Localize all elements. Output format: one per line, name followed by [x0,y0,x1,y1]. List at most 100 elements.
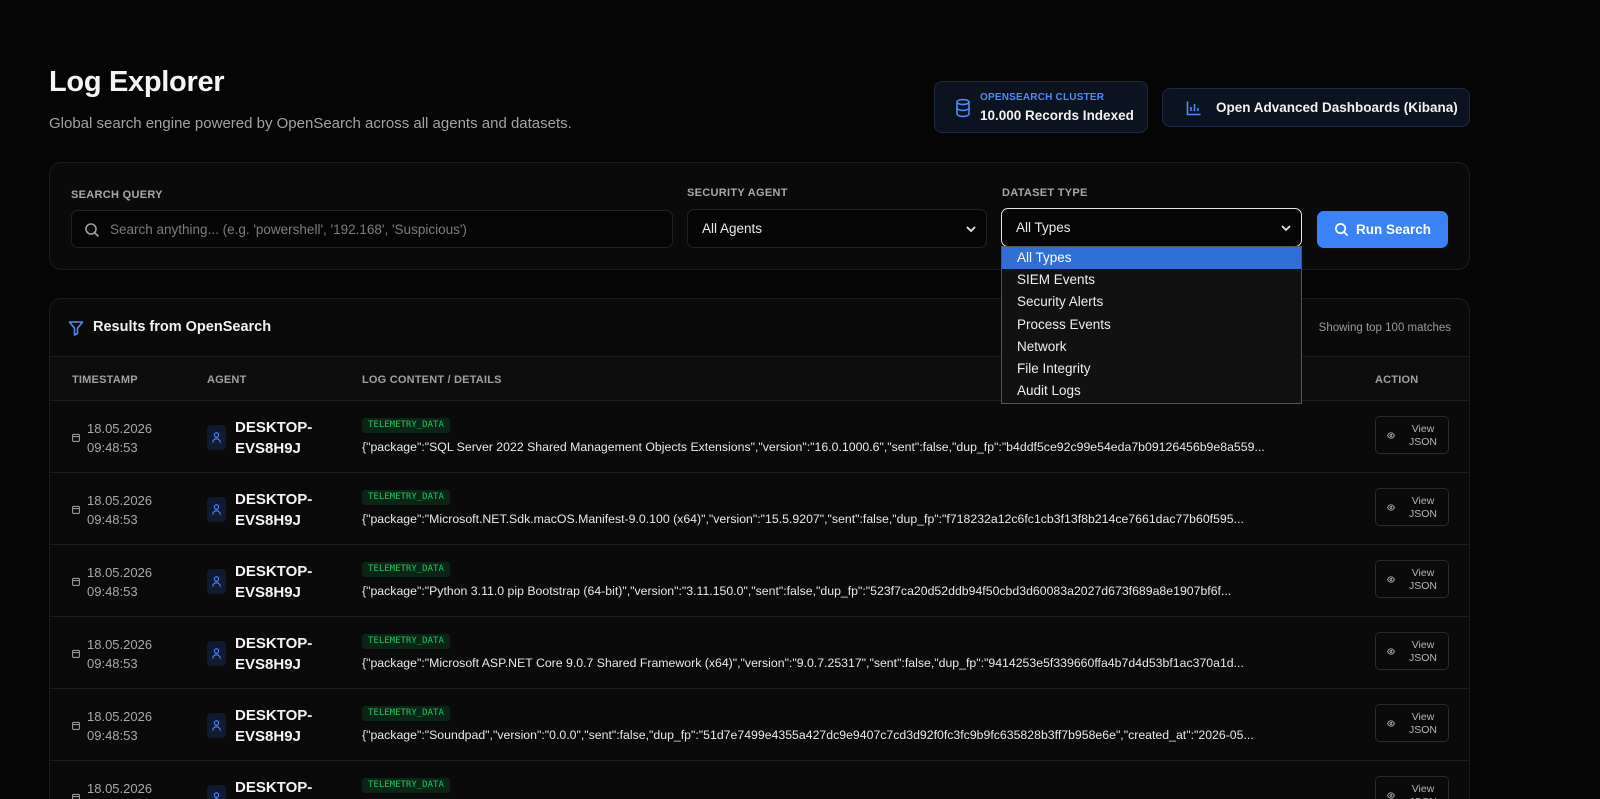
dataset-type-label: DATASET TYPE [1002,187,1088,199]
calendar-icon [72,793,80,799]
agent-avatar [207,785,226,799]
column-header-timestamp[interactable]: TIMESTAMP [72,374,138,386]
row-agent-name: DESKTOP- [235,779,313,796]
search-icon [1335,223,1349,237]
calendar-icon [72,577,80,586]
view-json-label: View JSON [1408,567,1437,592]
column-header-action: ACTION [1375,374,1419,386]
eye-icon [1387,720,1395,727]
dataset-type-select[interactable]: All Types [1001,208,1302,247]
dataset-option-process-events[interactable]: Process Events [1002,314,1301,336]
search-box [71,210,673,248]
row-agent-name: DESKTOP-EVS8H9J [235,635,313,673]
view-json-button[interactable]: View JSON [1375,416,1449,454]
cluster-record-count: 10.000 Records Indexed [980,108,1134,123]
calendar-icon [72,433,80,442]
row-agent-name: DESKTOP-EVS8H9J [235,707,313,745]
table-row[interactable]: 18.05.2026 09:48:53 DESKTOP-EVS8H9J TELEMET… [50,545,1469,617]
column-header-content[interactable]: LOG CONTENT / DETAILS [362,374,502,386]
view-json-label: View JSON [1408,639,1437,664]
user-icon [212,720,221,731]
results-count: Showing top 100 matches [1318,322,1451,334]
open-kibana-button[interactable]: Open Advanced Dashboards (Kibana) [1162,88,1470,127]
agent-avatar [207,641,226,666]
eye-icon [1387,432,1395,439]
view-json-label: View JSON [1408,711,1437,736]
row-date: 18.05.2026 [87,709,153,724]
security-agent-value: All Agents [702,221,763,236]
dataset-type-dropdown: All Types SIEM Events Security Alerts Pr… [1001,246,1302,404]
column-header-agent[interactable]: AGENT [207,374,247,386]
filter-icon [68,321,84,336]
user-icon [212,576,221,587]
row-log-content: {"package":"SQL Server 2022 Shared Manag… [362,440,1265,454]
table-row[interactable]: 18.05.2026 09:48:53 DESKTOP-EVS8H9J TELEMET… [50,689,1469,761]
search-icon [85,223,100,238]
security-agent-label: SECURITY AGENT [687,187,788,199]
agent-avatar [207,713,226,738]
cluster-label: OPENSEARCH CLUSTER [980,92,1105,103]
dataset-option-security-alerts[interactable]: Security Alerts [1002,291,1301,313]
row-type-tag: TELEMETRY_DATA [362,706,450,721]
table-row[interactable]: 18.05.2026 DESKTOP- TELEMETRY_DATA View JSO… [50,761,1469,799]
row-date: 18.05.2026 [87,637,153,652]
view-json-label: View JSON [1409,783,1437,799]
view-json-button[interactable]: View JSON [1375,776,1449,799]
row-agent-name: DESKTOP-EVS8H9J [235,419,313,457]
table-row[interactable]: 18.05.2026 09:48:53 DESKTOP-EVS8H9J TELEMET… [50,617,1469,689]
agent-avatar [207,425,226,450]
run-search-button[interactable]: Run Search [1317,211,1448,248]
row-time: 09:48:53 [87,728,138,743]
eye-icon [1387,576,1395,583]
table-row[interactable]: 18.05.2026 09:48:53 DESKTOP-EVS8H9J TELEMET… [50,401,1469,473]
dataset-option-network[interactable]: Network [1002,336,1301,358]
search-input[interactable] [110,211,666,247]
row-agent-name: DESKTOP-EVS8H9J [235,563,313,601]
view-json-button[interactable]: View JSON [1375,488,1449,526]
view-json-button[interactable]: View JSON [1375,704,1449,742]
page-subtitle: Global search engine powered by OpenSear… [49,115,572,132]
page-title: Log Explorer [49,66,225,98]
row-type-tag: TELEMETRY_DATA [362,562,450,577]
calendar-icon [72,649,80,658]
eye-icon [1387,504,1395,511]
view-json-button[interactable]: View JSON [1375,632,1449,670]
user-icon [212,432,221,443]
row-log-content: {"package":"Python 3.11.0 pip Bootstrap … [362,584,1232,598]
row-date: 18.05.2026 [87,565,153,580]
chevron-down-icon [1281,225,1291,232]
chevron-down-icon [966,226,976,233]
results-title: Results from OpenSearch [93,319,272,335]
row-date: 18.05.2026 [87,493,153,508]
row-type-tag: TELEMETRY_DATA [362,418,450,433]
row-time: 09:48:53 [87,584,138,599]
calendar-icon [72,505,80,514]
eye-icon [1387,648,1395,655]
row-log-content: {"package":"Microsoft.NET.Sdk.macOS.Mani… [362,512,1244,526]
kibana-button-label: Open Advanced Dashboards (Kibana) [1216,100,1458,115]
eye-icon [1387,792,1395,799]
view-json-button[interactable]: View JSON [1375,560,1449,598]
user-icon [212,504,221,515]
row-time: 09:48:53 [87,656,138,671]
view-json-label: View JSON [1408,423,1437,448]
row-date: 18.05.2026 [87,781,153,796]
dataset-type-value: All Types [1016,220,1071,235]
row-time: 09:48:53 [87,440,138,455]
dataset-option-audit-logs[interactable]: Audit Logs [1002,380,1301,402]
row-type-tag: TELEMETRY_DATA [362,634,450,649]
row-log-content: {"package":"Microsoft ASP.NET Core 9.0.7… [362,656,1244,670]
row-type-tag: TELEMETRY_DATA [362,778,450,793]
agent-avatar [207,497,226,522]
row-time: 09:48:53 [87,512,138,527]
calendar-icon [72,721,80,730]
user-icon [213,792,220,799]
dataset-option-all-types[interactable]: All Types [1002,247,1301,270]
dataset-option-siem-events[interactable]: SIEM Events [1002,269,1301,291]
bar-chart-icon [1186,101,1201,115]
dataset-option-file-integrity[interactable]: File Integrity [1002,358,1301,380]
database-icon [956,98,970,118]
security-agent-select[interactable]: All Agents [687,209,987,248]
row-agent-name: DESKTOP-EVS8H9J [235,491,313,529]
table-row[interactable]: 18.05.2026 09:48:53 DESKTOP-EVS8H9J TELEMET… [50,473,1469,545]
